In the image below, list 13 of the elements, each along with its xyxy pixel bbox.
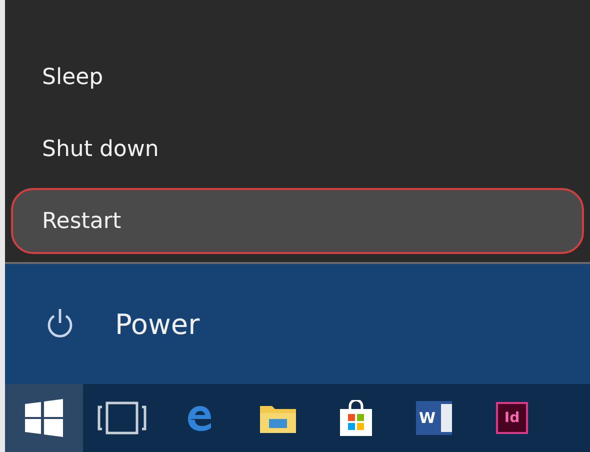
indesign-icon: Id xyxy=(496,402,528,434)
taskbar-button[interactable] xyxy=(5,384,83,452)
task-view-icon xyxy=(97,401,147,435)
menu-item[interactable]: Shut down xyxy=(11,113,584,185)
menu-item[interactable]: Restart xyxy=(11,188,584,254)
folder-icon xyxy=(260,403,296,433)
windows-icon xyxy=(25,399,63,437)
menu-item[interactable]: Sleep xyxy=(11,41,584,113)
taskbar-button[interactable]: Id xyxy=(473,384,551,452)
power-button[interactable]: Power xyxy=(41,303,204,345)
store-bag-icon xyxy=(339,400,373,436)
word-icon: W xyxy=(416,401,452,435)
taskbar-button[interactable]: W xyxy=(395,384,473,452)
